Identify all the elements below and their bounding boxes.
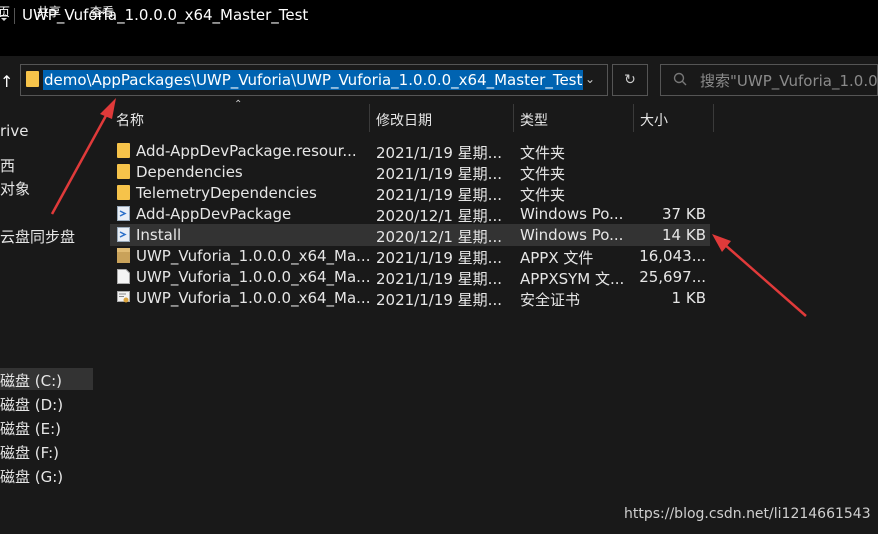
search-placeholder: 搜索"UWP_Vuforia_1.0.0. — [700, 72, 878, 90]
file-type: APPX 文件 — [520, 249, 594, 267]
column-divider[interactable] — [513, 104, 514, 132]
file-type: Windows Po... — [520, 205, 624, 223]
nav-item-drive-d[interactable]: 磁盘 (D:) — [0, 394, 63, 415]
file-date: 2021/1/19 星期... — [376, 291, 502, 309]
file-size: 16,043... — [639, 247, 706, 265]
file-size: 25,697... — [639, 268, 706, 286]
file-name: Add-AppDevPackage.resour... — [136, 142, 357, 160]
file-type: 文件夹 — [520, 165, 566, 183]
file-type: 文件夹 — [520, 144, 566, 162]
watermark: https://blog.csdn.net/li1214661543 — [624, 506, 871, 522]
chevron-down-icon[interactable]: ⌄ — [585, 72, 595, 86]
file-date: 2021/1/19 星期... — [376, 165, 502, 183]
file-name: Dependencies — [136, 163, 243, 181]
up-arrow-icon[interactable]: ↑ — [0, 72, 13, 91]
title-separator — [14, 8, 15, 24]
refresh-button[interactable]: ↻ — [612, 64, 648, 96]
file-size: 37 KB — [662, 205, 706, 223]
file-date: 2021/1/19 星期... — [376, 186, 502, 204]
file-name: UWP_Vuforia_1.0.0.0_x64_Ma... — [136, 289, 371, 307]
nav-item-xi[interactable]: 西 — [0, 155, 15, 176]
file-type: 文件夹 — [520, 186, 566, 204]
column-divider[interactable] — [369, 104, 370, 132]
file-size: 14 KB — [662, 226, 706, 244]
tab-home[interactable]: 页 — [0, 3, 10, 20]
column-header-size[interactable]: 大小 — [640, 110, 668, 130]
folder-icon — [117, 185, 130, 200]
nav-item-onedrive[interactable]: rive — [0, 122, 28, 140]
window-title: UWP_Vuforia_1.0.0.0_x64_Master_Test — [22, 6, 309, 24]
column-header-type[interactable]: 类型 — [520, 110, 548, 130]
file-name: Add-AppDevPackage — [136, 205, 292, 223]
file-name: UWP_Vuforia_1.0.0.0_x64_Ma... — [136, 247, 371, 265]
powershell-file-icon — [117, 206, 130, 221]
refresh-icon: ↻ — [624, 72, 636, 88]
nav-item-drive-g[interactable]: 磁盘 (G:) — [0, 466, 63, 487]
folder-icon — [26, 71, 39, 87]
folder-icon — [117, 164, 130, 179]
file-name: Install — [136, 226, 182, 244]
generic-file-icon — [117, 269, 130, 284]
nav-item-drive-e[interactable]: 磁盘 (E:) — [0, 418, 61, 439]
file-type: APPXSYM 文... — [520, 270, 625, 288]
nav-item-drive-f[interactable]: 磁盘 (F:) — [0, 442, 59, 463]
column-divider[interactable] — [713, 104, 714, 132]
file-date: 2021/1/19 星期... — [376, 270, 502, 288]
column-header-name[interactable]: 名称 — [116, 110, 144, 130]
tab-view[interactable]: 查看 — [90, 3, 114, 20]
address-path[interactable]: demo\AppPackages\UWP_Vuforia\UWP_Vuforia… — [43, 70, 584, 90]
nav-item-cloud-sync[interactable]: 云盘同步盘 — [0, 226, 75, 247]
sort-ascending-icon: ⌃ — [234, 99, 243, 110]
search-icon — [673, 72, 687, 86]
file-type: 安全证书 — [520, 291, 581, 309]
file-date: 2021/1/19 星期... — [376, 144, 502, 162]
column-header-date[interactable]: 修改日期 — [376, 110, 432, 130]
ribbon — [0, 32, 878, 56]
nav-item-drive-c[interactable]: 磁盘 (C:) — [0, 370, 62, 391]
file-date: 2020/12/1 星期... — [376, 228, 502, 246]
file-name: UWP_Vuforia_1.0.0.0_x64_Ma... — [136, 268, 371, 286]
folder-icon — [117, 143, 130, 158]
file-type: Windows Po... — [520, 226, 624, 244]
tab-share[interactable]: 共享 — [37, 3, 61, 20]
certificate-icon — [117, 291, 130, 303]
file-size: 1 KB — [671, 289, 706, 307]
file-date: 2021/1/19 星期... — [376, 249, 502, 267]
appx-package-icon — [117, 248, 130, 263]
file-name: TelemetryDependencies — [136, 184, 317, 202]
powershell-file-icon — [117, 227, 130, 242]
column-divider[interactable] — [633, 104, 634, 132]
file-date: 2020/12/1 星期... — [376, 207, 502, 225]
nav-item-objects[interactable]: 对象 — [0, 178, 30, 199]
